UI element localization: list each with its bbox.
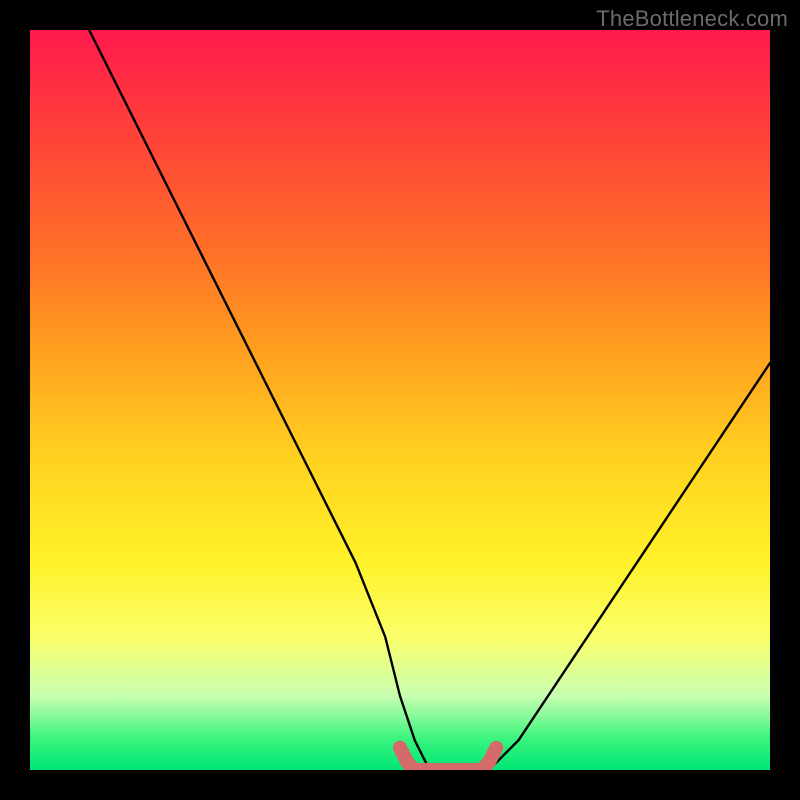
optimal-marker <box>400 748 496 770</box>
watermark-text: TheBottleneck.com <box>596 6 788 32</box>
bottleneck-curve <box>89 30 770 770</box>
chart-frame: TheBottleneck.com <box>0 0 800 800</box>
optimal-marker-dot <box>393 741 407 755</box>
curve-layer <box>30 30 770 770</box>
plot-area <box>30 30 770 770</box>
